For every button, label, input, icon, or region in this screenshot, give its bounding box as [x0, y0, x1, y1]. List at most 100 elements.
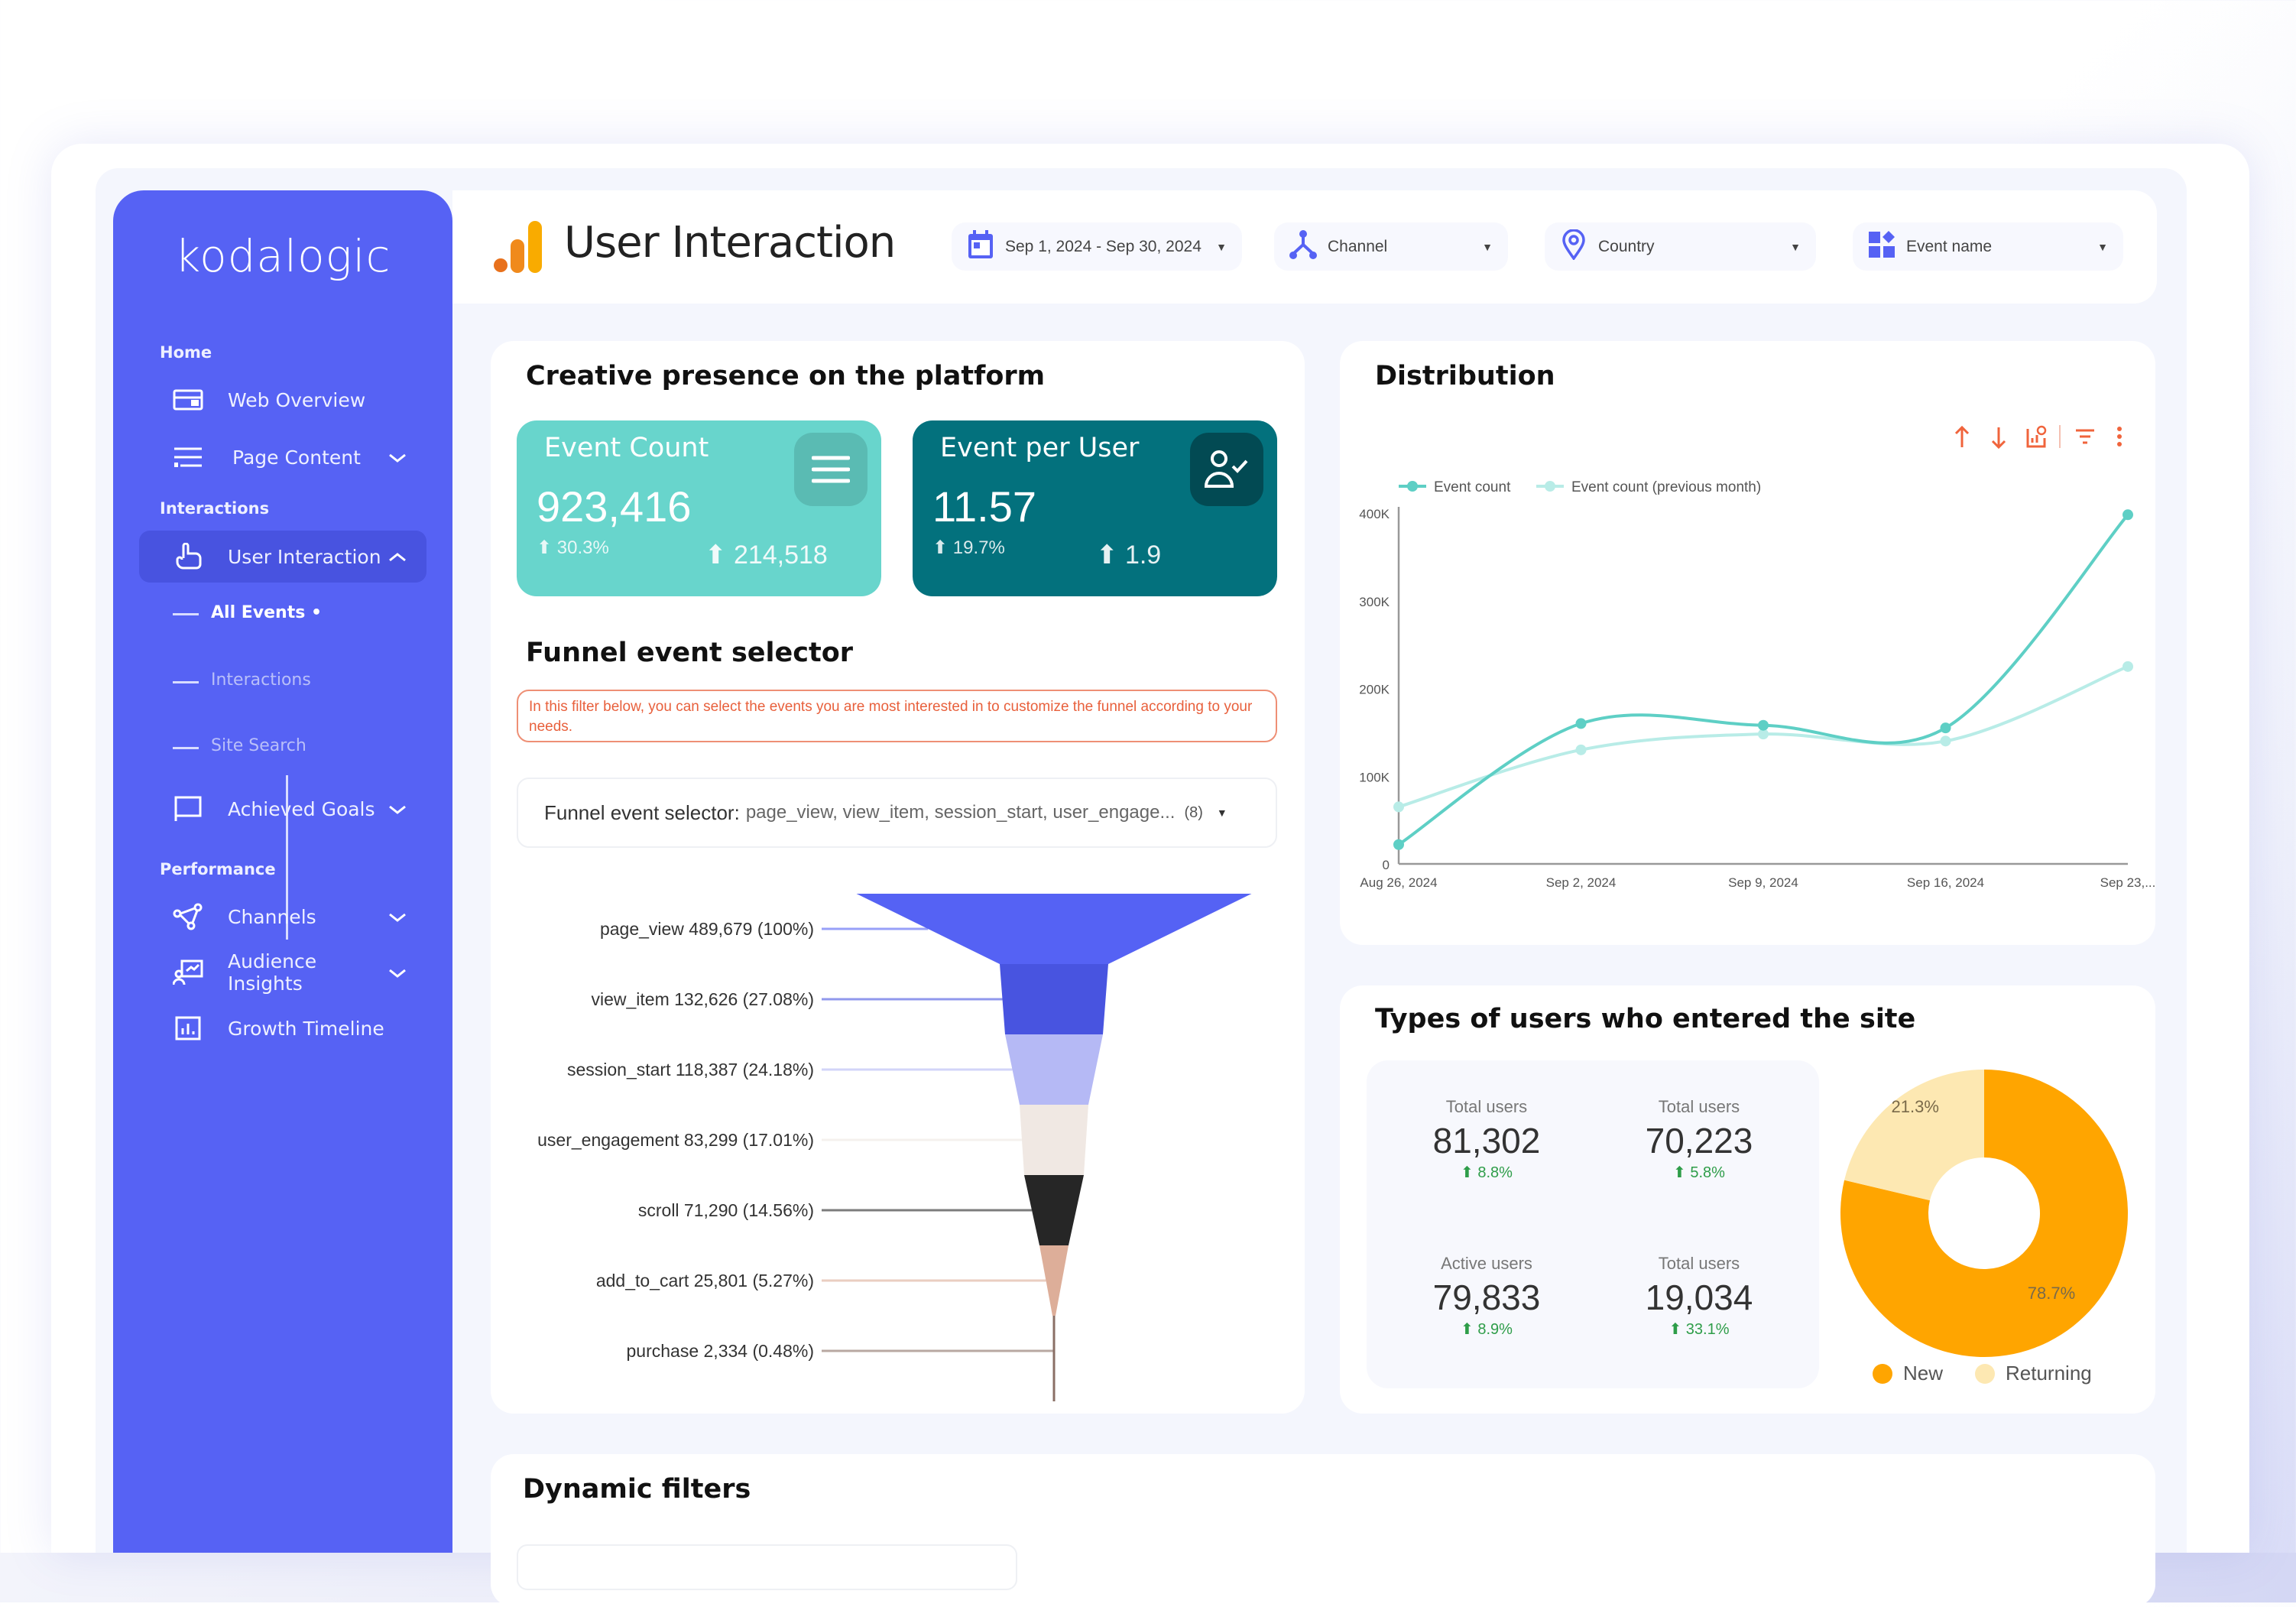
more-dot: [2117, 442, 2122, 446]
data-point: [1575, 744, 1587, 755]
dynamic-filter-control[interactable]: [517, 1544, 1017, 1590]
data-point: [1758, 719, 1769, 731]
flag-icon: [173, 795, 211, 823]
share-nodes-icon: [173, 903, 211, 930]
legend-new: New: [1873, 1362, 1943, 1385]
y-tick-label: 400K: [1359, 507, 1390, 521]
filter-label: Channel: [1328, 237, 1388, 255]
funnel-segment-scroll: [1024, 1175, 1084, 1245]
arrow-up-shape: [1954, 425, 1970, 447]
legend-marker: [1407, 481, 1418, 492]
chart-settings-shape: [2026, 429, 2046, 448]
event-name-filter[interactable]: Event name ▼: [1853, 222, 2123, 271]
channel-filter[interactable]: Channel ▼: [1274, 222, 1508, 271]
legend-label: Event count: [1434, 479, 1511, 495]
caret-down-icon: ▼: [1482, 240, 1493, 253]
funnel-segment-user_engagement: [1020, 1105, 1088, 1175]
chevron-up-icon[interactable]: [382, 546, 413, 568]
sidebar-item-user-interaction[interactable]: User Interaction: [139, 531, 426, 583]
sidebar-item-channels[interactable]: Channels: [139, 891, 426, 943]
chart-settings-icon: [2026, 425, 2047, 448]
sidebar: kodalogic Home Web Overview Page Content…: [113, 190, 452, 1553]
y-tick-label: 0: [1383, 858, 1390, 872]
funnel-label: purchase 2,334 (0.48%): [627, 1341, 815, 1361]
date-range-filter[interactable]: Sep 1, 2024 - Sep 30, 2024 ▼: [952, 222, 1242, 271]
donut-label: 78.7%: [2028, 1284, 2075, 1303]
sidebar-item-label: Audience Insights: [228, 950, 317, 995]
x-tick-label: Sep 9, 2024: [1728, 875, 1798, 890]
funnel-segment-session_start: [1005, 1034, 1103, 1105]
donut-slice-returning: [1844, 1070, 1984, 1201]
y-tick-label: 100K: [1359, 770, 1390, 784]
section-performance: Performance: [160, 860, 276, 878]
arrow-down-icon: [1991, 427, 2006, 450]
data-point: [1940, 722, 1951, 734]
x-tick-label: Sep 23,...: [2100, 875, 2155, 890]
list-icon: [173, 446, 211, 469]
chevron-down-icon[interactable]: [382, 906, 413, 928]
data-point: [1393, 839, 1404, 850]
map-pin-icon: [1560, 228, 1587, 265]
y-tick-label: 200K: [1359, 683, 1390, 697]
chevron-down-icon[interactable]: [382, 446, 413, 469]
filter-label: Sep 1, 2024 - Sep 30, 2024: [1005, 237, 1202, 255]
filter-shape: [2076, 429, 2094, 444]
legend-label: New: [1903, 1362, 1944, 1385]
chevron-down-icon[interactable]: [382, 962, 413, 984]
section-interactions: Interactions: [160, 499, 270, 518]
header-bar: User Interaction Sep 1, 2024 - Sep 30, 2…: [452, 190, 2157, 304]
x-tick-label: Aug 26, 2024: [1360, 875, 1437, 890]
sidebar-item-label: Channels: [228, 905, 316, 928]
line-chart: Event count Event count (previous month) 0…: [1359, 425, 2155, 890]
chevron-down-icon[interactable]: [382, 798, 413, 820]
sidebar-item-label: Web Overview: [228, 388, 366, 411]
funnel-label: page_view 489,679 (100%): [600, 919, 814, 939]
caret-down-icon: ▼: [1790, 240, 1801, 253]
funnel-label: add_to_cart 25,801 (5.27%): [596, 1271, 814, 1290]
series-line: [1397, 513, 2129, 846]
sidebar-subitem-site-search[interactable]: Site Search: [211, 736, 306, 755]
funnel-label: scroll 71,290 (14.56%): [638, 1200, 814, 1220]
legend-returning: Returning: [1975, 1362, 2092, 1385]
donut-chart: 78.7% 21.3%: [1840, 1070, 2128, 1357]
sidebar-item-achieved-goals[interactable]: Achieved Goals: [139, 783, 426, 835]
donut-label: 21.3%: [1892, 1097, 1939, 1116]
legend-label: Event count (previous month): [1571, 479, 1761, 495]
creative-presence-card: Creative presence on the platform Event …: [491, 341, 1305, 1414]
country-filter[interactable]: Country ▼: [1545, 222, 1816, 271]
tree-branch: [173, 747, 199, 749]
sidebar-item-page-content[interactable]: Page Content: [139, 431, 426, 483]
sidebar-item-growth-timeline[interactable]: Growth Timeline: [139, 1002, 426, 1054]
caret-down-icon: ▼: [1216, 240, 1227, 253]
sidebar-item-web-overview[interactable]: Web Overview: [139, 374, 426, 426]
sidebar-item-audience-insights[interactable]: Audience Insights: [139, 946, 426, 998]
funnel-chart: page_view 489,679 (100%) view_item 132,62…: [537, 894, 1252, 1401]
sidebar-subitem-all-events[interactable]: All Events •: [211, 603, 322, 622]
data-point: [2123, 661, 2133, 672]
browser-window-icon: [173, 388, 211, 411]
legend-swatch: [1975, 1363, 1995, 1384]
sidebar-subitem-interactions[interactable]: Interactions: [211, 670, 311, 690]
bar-chart-icon: [173, 1015, 211, 1042]
card-title: Dynamic filters: [523, 1474, 751, 1505]
funnel-label: session_start 118,387 (24.18%): [567, 1060, 814, 1079]
gear-dot: [2036, 425, 2047, 436]
funnel-segment-view_item: [1000, 964, 1108, 1034]
sidebar-item-label: Growth Timeline: [228, 1017, 384, 1040]
section-home: Home: [160, 343, 212, 362]
filter-icon: [2076, 429, 2094, 444]
filter-label: Event name: [1906, 237, 1993, 255]
caret-down-icon: ▼: [2097, 240, 2108, 253]
sidebar-item-label: Achieved Goals: [228, 797, 375, 820]
pointer-hand-icon: [173, 543, 211, 570]
brand-logo: kodalogic: [174, 230, 391, 282]
x-tick-label: Sep 16, 2024: [1907, 875, 1984, 890]
legend-label: Returning: [2006, 1362, 2092, 1385]
arrow-down-shape: [1991, 427, 2006, 450]
data-point: [2123, 509, 2133, 521]
tree-branch: [173, 681, 199, 683]
more-dot: [2117, 434, 2122, 439]
data-point: [1575, 718, 1587, 729]
presentation-user-icon: [173, 959, 211, 986]
grid-icon: [1868, 229, 1895, 265]
